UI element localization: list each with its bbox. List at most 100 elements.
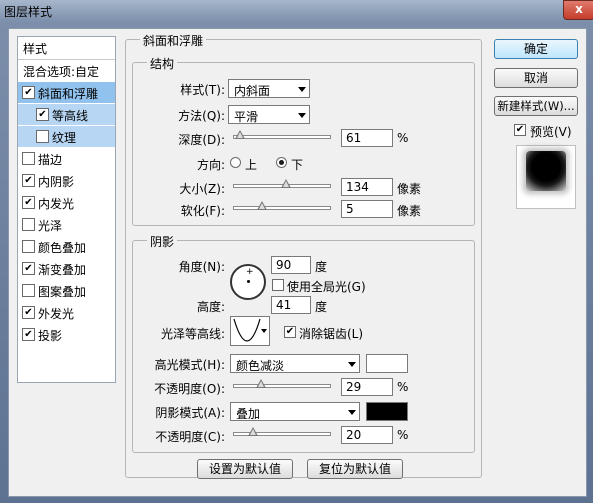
technique-select[interactable]: 平滑 (228, 105, 310, 124)
gloss-contour-picker[interactable] (230, 316, 270, 346)
soften-slider-thumb[interactable] (257, 201, 268, 210)
style-checkbox[interactable]: ✔ (22, 174, 35, 187)
sidebar-item-label: 纹理 (52, 131, 77, 145)
highlight-opacity-slider[interactable] (233, 379, 331, 388)
size-label: 大小(Z): (179, 182, 225, 196)
style-checkbox[interactable] (22, 240, 35, 253)
shadow-mode-select[interactable]: 叠加 (230, 402, 360, 421)
sidebar-item-label: 投影 (38, 329, 63, 343)
soften-input[interactable]: 5 (341, 200, 393, 218)
chevron-down-icon (298, 113, 306, 118)
highlight-opacity-label: 不透明度(O): (154, 382, 225, 396)
close-button[interactable]: x (563, 0, 593, 20)
highlight-mode-select[interactable]: 颜色减淡 (230, 354, 360, 373)
angle-unit: 度 (315, 260, 328, 274)
anti-alias-label[interactable]: 消除锯齿(L) (299, 325, 363, 342)
depth-slider[interactable] (233, 130, 331, 139)
sidebar-item[interactable]: ✔ 渐变叠加 (18, 258, 115, 279)
sidebar-item[interactable]: ✔ 等高线 (18, 104, 115, 125)
preview-label[interactable]: 预览(V) (530, 123, 572, 140)
size-value: 134 (346, 180, 369, 194)
sidebar-item-label: 内阴影 (38, 175, 75, 189)
sidebar-item[interactable]: ✔ 投影 (18, 324, 115, 345)
direction-up-radio[interactable] (230, 157, 241, 168)
style-label: 样式(T): (180, 83, 225, 97)
chevron-down-icon (348, 410, 356, 415)
shadow-opacity-slider[interactable] (233, 427, 331, 436)
style-checkbox[interactable]: ✔ (22, 196, 35, 209)
style-checkbox[interactable] (22, 284, 35, 297)
size-slider-thumb[interactable] (280, 179, 291, 188)
style-checkbox[interactable] (36, 130, 49, 143)
style-select-value: 内斜面 (234, 84, 271, 98)
direction-down-label[interactable]: 下 (291, 156, 303, 173)
highlight-opacity-value: 29 (346, 380, 362, 394)
altitude-input[interactable]: 41 (271, 296, 311, 314)
sidebar-item[interactable]: 图案叠加 (18, 280, 115, 301)
ok-button[interactable]: 确定 (494, 39, 578, 59)
crosshair-icon: + (246, 267, 254, 277)
sidebar-item[interactable]: 颜色叠加 (18, 236, 115, 257)
style-preview-thumbnail (516, 145, 576, 209)
depth-input[interactable]: 61 (341, 129, 393, 147)
depth-slider-thumb[interactable] (234, 130, 245, 139)
soften-unit: 像素 (397, 204, 422, 218)
preview-swatch (526, 151, 566, 191)
shadow-opacity-thumb[interactable] (247, 427, 258, 436)
style-checkbox[interactable]: ✔ (36, 108, 49, 121)
sidebar-item-label: 描边 (38, 153, 63, 167)
sidebar-item[interactable]: 光泽 (18, 214, 115, 235)
style-select[interactable]: 内斜面 (228, 79, 310, 98)
sidebar-item[interactable]: ✔ 内阴影 (18, 170, 115, 191)
depth-value: 61 (346, 131, 362, 145)
soften-slider[interactable] (233, 201, 331, 210)
chevron-down-icon (348, 362, 356, 367)
title-bar[interactable]: 图层样式 x (0, 0, 593, 22)
bevel-emboss-title: 斜面和浮雕 (140, 32, 207, 49)
direction-down-radio[interactable] (276, 157, 287, 168)
style-checkbox[interactable]: ✔ (22, 262, 35, 275)
layer-style-dialog: 图层样式 x 样式 混合选项:自定 ✔ 斜面和浮雕 ✔ 等高线 纹理 描边 ✔ 内阴影 ✔ 内发光… (0, 0, 593, 503)
shadow-color-swatch[interactable] (366, 402, 408, 421)
sidebar-item-label: 颜色叠加 (38, 241, 87, 255)
angle-dial[interactable]: + (230, 264, 266, 300)
style-checkbox[interactable]: ✔ (22, 306, 35, 319)
chevron-down-icon (261, 329, 267, 333)
shadow-opacity-input[interactable]: 20 (341, 426, 393, 444)
angle-input[interactable]: 90 (271, 256, 311, 274)
style-checkbox[interactable] (22, 218, 35, 231)
style-checkbox[interactable] (22, 152, 35, 165)
altitude-label: 高度: (196, 300, 225, 314)
highlight-opacity-thumb[interactable] (256, 379, 267, 388)
sidebar-item-label: 图案叠加 (38, 285, 87, 299)
preview-checkbox[interactable]: ✔ (514, 124, 526, 136)
sidebar-item[interactable]: ✔ 外发光 (18, 302, 115, 323)
shadow-mode-value: 叠加 (236, 407, 261, 421)
angle-value: 90 (276, 258, 292, 272)
direction-up-label[interactable]: 上 (245, 156, 257, 173)
style-checkbox[interactable]: ✔ (22, 328, 35, 341)
style-checkbox[interactable]: ✔ (22, 86, 35, 99)
structure-title: 结构 (147, 55, 178, 72)
size-slider[interactable] (233, 179, 331, 188)
make-default-button[interactable]: 设置为默认值 (197, 459, 293, 479)
highlight-mode-value: 颜色减淡 (236, 359, 285, 373)
highlight-opacity-input[interactable]: 29 (341, 378, 393, 396)
depth-label: 深度(D): (178, 133, 225, 147)
sidebar-item[interactable]: 描边 (18, 148, 115, 169)
reset-default-button[interactable]: 复位为默认值 (307, 459, 403, 479)
sidebar-item-label: 外发光 (38, 307, 75, 321)
cancel-button[interactable]: 取消 (494, 68, 578, 88)
highlight-color-swatch[interactable] (366, 354, 408, 373)
size-input[interactable]: 134 (341, 178, 393, 196)
global-light-label[interactable]: 使用全局光(G) (287, 278, 366, 295)
new-style-button[interactable]: 新建样式(W)... (494, 96, 578, 116)
sidebar-item[interactable]: ✔ 斜面和浮雕 (18, 82, 115, 103)
sidebar-item[interactable]: ✔ 内发光 (18, 192, 115, 213)
anti-alias-checkbox[interactable]: ✔ (284, 326, 296, 338)
sidebar-item[interactable]: 纹理 (18, 126, 115, 147)
shading-title: 阴影 (147, 233, 178, 250)
styles-header[interactable]: 样式 (18, 37, 115, 60)
global-light-checkbox[interactable] (272, 279, 284, 291)
blending-options-item[interactable]: 混合选项:自定 (18, 60, 115, 81)
